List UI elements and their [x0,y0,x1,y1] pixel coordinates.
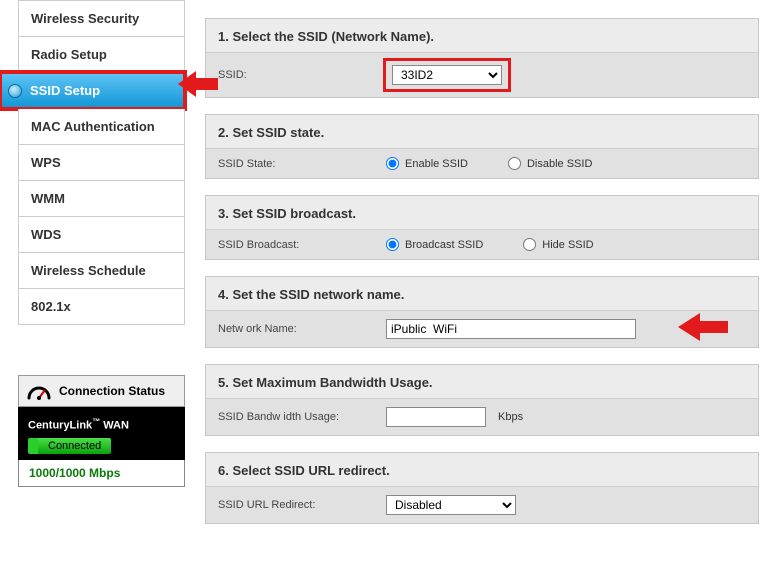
sidebar-item-wireless-schedule[interactable]: Wireless Schedule [18,253,185,289]
network-name-input[interactable] [386,319,636,339]
sidebar: Wireless Security Radio Setup SSID Setup… [0,0,185,575]
section-ssid-state: 2. Set SSID state. SSID State: Enable SS… [205,114,759,179]
url-redirect-select[interactable]: Disabled [386,495,516,515]
radio-disable-ssid[interactable] [508,157,521,170]
sidebar-item-wmm[interactable]: WMM [18,181,185,217]
active-circle-icon [8,84,22,98]
section-title: 2. Set SSID state. [206,115,758,148]
sidebar-item-radio-setup[interactable]: Radio Setup [18,37,185,73]
radio-hide-ssid[interactable] [523,238,536,251]
section-select-ssid: 1. Select the SSID (Network Name). SSID:… [205,18,759,98]
sidebar-item-wireless-security[interactable]: Wireless Security [18,0,185,37]
ssid-field-label: SSID: [218,69,378,81]
connection-status-panel: Connection Status [18,375,185,407]
sidebar-item-wds[interactable]: WDS [18,217,185,253]
radio-option-disable-ssid[interactable]: Disable SSID [508,157,592,170]
sidebar-item-wps[interactable]: WPS [18,145,185,181]
network-name-label: Netw ork Name: [218,323,378,335]
radio-label-text: Hide SSID [542,239,593,251]
sidebar-item-8021x[interactable]: 802.1x [18,289,185,325]
wan-title: CenturyLink™ WAN [28,417,175,432]
section-url-redirect: 6. Select SSID URL redirect. SSID URL Re… [205,452,759,524]
sidebar-item-label: SSID Setup [30,83,100,98]
section-title: 4. Set the SSID network name. [206,277,758,310]
radio-broadcast-ssid[interactable] [386,238,399,251]
radio-label-text: Enable SSID [405,158,468,170]
radio-option-enable-ssid[interactable]: Enable SSID [386,157,468,170]
section-title: 1. Select the SSID (Network Name). [206,19,758,52]
ssid-state-label: SSID State: [218,158,378,170]
sidebar-item-mac-authentication[interactable]: MAC Authentication [18,109,185,145]
wan-status-panel: CenturyLink™ WAN Connected [18,407,185,460]
section-bandwidth: 5. Set Maximum Bandwidth Usage. SSID Ban… [205,364,759,436]
section-network-name: 4. Set the SSID network name. Netw ork N… [205,276,759,348]
connection-status-label: Connection Status [59,384,165,398]
arrow-left-icon [178,69,218,99]
arrow-left-icon [678,311,728,343]
radio-enable-ssid[interactable] [386,157,399,170]
section-ssid-broadcast: 3. Set SSID broadcast. SSID Broadcast: B… [205,195,759,260]
section-title: 5. Set Maximum Bandwidth Usage. [206,365,758,398]
main-content: 1. Select the SSID (Network Name). SSID:… [185,0,769,575]
ssid-select[interactable]: 33ID2 [392,65,502,85]
radio-option-broadcast-ssid[interactable]: Broadcast SSID [386,238,483,251]
bandwidth-label: SSID Bandw idth Usage: [218,411,378,423]
radio-label-text: Disable SSID [527,158,592,170]
sidebar-item-ssid-setup[interactable]: SSID Setup [0,72,185,109]
radio-label-text: Broadcast SSID [405,239,483,251]
ssid-broadcast-label: SSID Broadcast: [218,239,378,251]
section-title: 3. Set SSID broadcast. [206,196,758,229]
gauge-icon [27,382,51,400]
section-title: 6. Select SSID URL redirect. [206,453,758,486]
bandwidth-unit: Kbps [498,411,523,423]
speed-readout: 1000/1000 Mbps [18,460,185,487]
url-redirect-label: SSID URL Redirect: [218,499,378,511]
radio-option-hide-ssid[interactable]: Hide SSID [523,238,593,251]
connected-badge: Connected [28,438,111,454]
bandwidth-input[interactable] [386,407,486,427]
ssid-select-highlight: 33ID2 [386,61,508,89]
